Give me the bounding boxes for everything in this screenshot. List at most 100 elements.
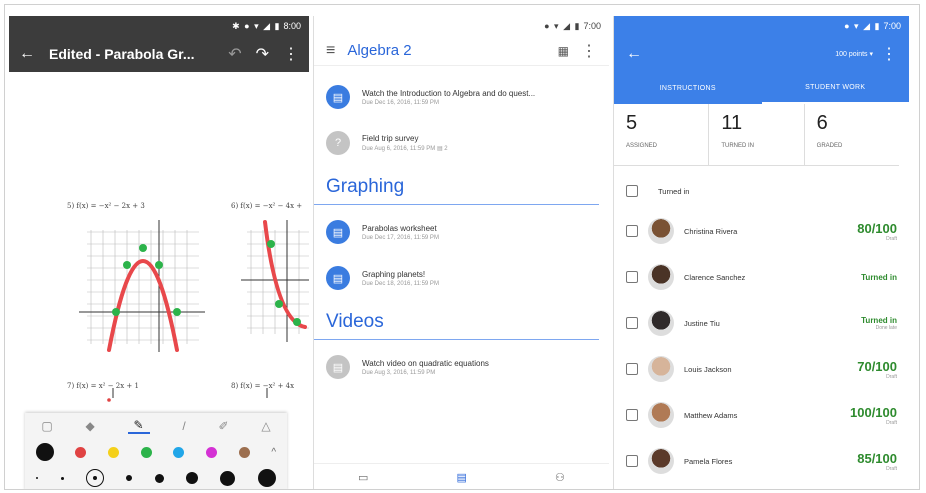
assignment-due: Due Aug 3, 2016, 11:59 PM xyxy=(362,369,436,376)
app-bar: ← 100 points ▾ ⋮ xyxy=(614,36,909,72)
size-xxl-option[interactable] xyxy=(220,470,236,486)
student-name: Pamela Flores xyxy=(684,456,733,466)
back-arrow-icon[interactable]: ← xyxy=(19,45,35,63)
student-name: Clarence Sanchez xyxy=(684,272,746,282)
student-name: Matthew Adams xyxy=(684,410,738,420)
avatar xyxy=(648,356,674,382)
assignment-item[interactable]: ▤ Watch video on quadratic equations Due… xyxy=(314,344,609,390)
size-l-option[interactable] xyxy=(154,473,164,483)
status-time: 7:00 xyxy=(883,21,901,31)
app-bar: ≡ Algebra 2 ▦ ⋮ xyxy=(314,36,609,66)
assignment-item[interactable]: ▤ Graphing planets! Due Dec 18, 2016, 11… xyxy=(314,255,609,301)
classwork-screen: ● ▾ ◢ ▮ 7:00 ≡ Algebra 2 ▦ ⋮ ▤ Watch the… xyxy=(313,16,609,489)
grade-value: 70/100 xyxy=(857,358,897,374)
size-xs-option[interactable] xyxy=(36,477,39,479)
student-checkbox[interactable] xyxy=(626,317,638,329)
grade-cell: Turned in Done late xyxy=(861,316,897,331)
marker-icon[interactable]: ✎ xyxy=(127,418,150,434)
redo-icon[interactable]: ↷ xyxy=(256,44,269,64)
student-checkbox[interactable] xyxy=(626,363,638,375)
color-red-swatch[interactable] xyxy=(75,446,87,458)
grade-value: 100/100 xyxy=(850,404,897,420)
color-brown-swatch[interactable] xyxy=(238,446,250,458)
color-yellow-swatch[interactable] xyxy=(108,446,120,458)
grade-value: 85/100 xyxy=(857,450,897,466)
stat-turned-in[interactable]: 11 TURNED IN xyxy=(709,104,805,165)
drawing-canvas[interactable]: 5) f(x) = −x² − 2x + 3 6) f(x) = −x² − 4… xyxy=(9,72,309,489)
assignment-icon: ▤ xyxy=(326,266,350,290)
more-vert-icon[interactable]: ⋮ xyxy=(881,44,897,64)
assignment-title: Field trip survey xyxy=(362,134,419,143)
tool-row: ▢ ◆ ✎ / ✐ △ xyxy=(25,413,287,439)
status-icons: ✱ ● ▾ ◢ ▮ xyxy=(232,20,281,31)
more-vert-icon[interactable]: ⋮ xyxy=(581,41,597,61)
assignment-title: Graphing planets! xyxy=(362,269,426,279)
size-s-option[interactable] xyxy=(60,476,64,480)
points-dropdown[interactable]: 100 points ▾ xyxy=(650,50,873,58)
size-m-option[interactable] xyxy=(126,475,133,481)
assignment-item[interactable]: ▤ Watch the Introduction to Algebra and … xyxy=(314,74,609,120)
select-icon[interactable]: ▢ xyxy=(41,419,52,433)
assignment-icon: ▤ xyxy=(326,220,350,244)
assignment-item[interactable]: ▤ Parabolas worksheet Due Dec 17, 2016, … xyxy=(314,209,609,255)
tab-student-work[interactable]: STUDENT WORK xyxy=(761,72,909,104)
back-arrow-icon[interactable]: ← xyxy=(626,45,642,63)
assignment-icon: ▤ xyxy=(326,355,350,379)
student-checkbox[interactable] xyxy=(626,271,638,283)
student-row[interactable]: Louis Jackson 70/100 Draft xyxy=(614,346,909,392)
student-row[interactable]: Christina Rivera 80/100 Draft xyxy=(614,208,909,254)
classwork-tab-icon[interactable]: ▤ xyxy=(457,471,467,484)
stat-assigned[interactable]: 5 ASSIGNED xyxy=(614,104,710,165)
pencil-icon[interactable]: ✐ xyxy=(219,419,229,433)
color-magenta-swatch[interactable] xyxy=(206,446,218,458)
size-xxxl-option[interactable] xyxy=(257,469,276,487)
highlighter-icon[interactable]: △ xyxy=(261,419,270,433)
stream-tab-icon[interactable]: ▭ xyxy=(358,471,368,484)
avatar xyxy=(648,218,674,244)
student-checkbox[interactable] xyxy=(626,225,638,237)
class-title: Algebra 2 xyxy=(347,42,412,59)
stat-label: TURNED IN xyxy=(721,143,754,149)
menu-icon[interactable]: ≡ xyxy=(326,42,335,60)
status-bar: ● ▾ ◢ ▮ 7:00 xyxy=(314,16,609,36)
assignment-due: Due Aug 6, 2016, 11:59 PM ▤ 2 xyxy=(362,146,448,152)
grade-detail: Draft xyxy=(886,419,897,426)
color-black-swatch[interactable] xyxy=(35,443,54,461)
section-heading-videos: Videos xyxy=(314,301,599,340)
stat-count: 6 xyxy=(816,112,828,134)
student-checkbox[interactable] xyxy=(626,409,638,421)
undo-icon[interactable]: ↶ xyxy=(228,44,241,64)
student-checkbox[interactable] xyxy=(626,455,638,467)
chevron-up-icon[interactable]: ^ xyxy=(271,447,276,458)
status-time: 7:00 xyxy=(583,21,601,31)
student-row[interactable]: Justine Tiu Turned in Done late xyxy=(614,300,909,346)
turned-in-header: Turned in xyxy=(614,174,909,208)
assignment-icon: ▤ xyxy=(326,85,350,109)
more-vert-icon[interactable]: ⋮ xyxy=(283,44,299,64)
stat-label: ASSIGNED xyxy=(626,143,658,149)
stat-label: GRADED xyxy=(816,143,843,149)
student-list: Christina Rivera 80/100 Draft Clarence Sanc… xyxy=(614,208,909,484)
avatar xyxy=(648,402,674,428)
size-xl-option[interactable] xyxy=(186,472,199,484)
size-selected-option[interactable] xyxy=(85,469,104,487)
assignment-item[interactable]: ? Field trip survey Due Aug 6, 2016, 11:… xyxy=(314,120,609,166)
grade-detail: Draft xyxy=(886,235,897,242)
color-blue-swatch[interactable] xyxy=(173,446,185,458)
assignment-due: Due Dec 18, 2016, 11:59 PM xyxy=(362,280,439,287)
color-green-swatch[interactable] xyxy=(140,446,152,458)
grade-value: Turned in xyxy=(861,272,897,282)
document-title: Edited - Parabola Gr... xyxy=(49,46,195,62)
student-row[interactable]: Clarence Sanchez Turned in xyxy=(614,254,909,300)
tab-instructions[interactable]: INSTRUCTIONS xyxy=(614,72,762,104)
student-row[interactable]: Matthew Adams 100/100 Draft xyxy=(614,392,909,438)
calendar-icon[interactable]: ▦ xyxy=(558,44,569,58)
select-all-checkbox[interactable] xyxy=(626,185,638,197)
eraser-icon[interactable]: ◆ xyxy=(86,419,95,433)
color-palette: ^ xyxy=(25,439,287,465)
turned-in-label: Turned in xyxy=(658,186,690,196)
pen-icon[interactable]: / xyxy=(182,419,185,433)
student-row[interactable]: Pamela Flores 85/100 Draft xyxy=(614,438,909,484)
stat-graded[interactable]: 6 GRADED xyxy=(805,104,899,165)
people-tab-icon[interactable]: ⚇ xyxy=(555,471,565,484)
